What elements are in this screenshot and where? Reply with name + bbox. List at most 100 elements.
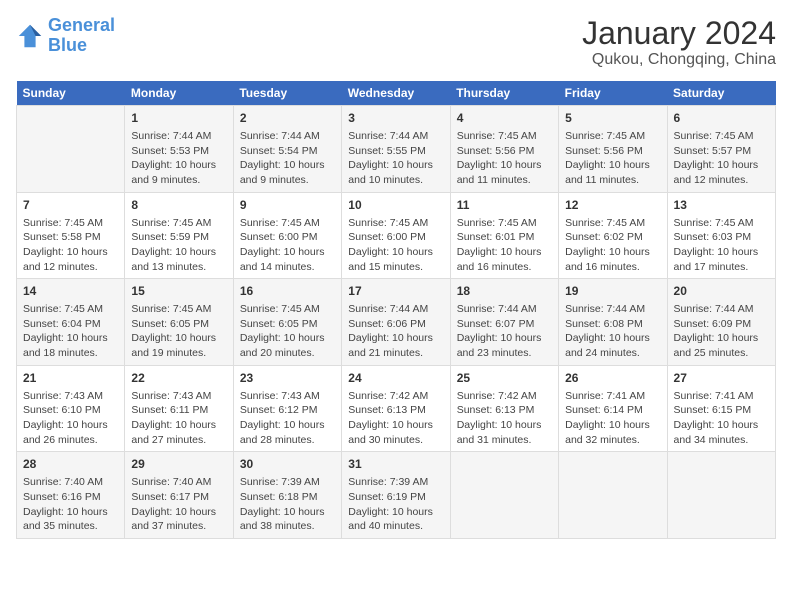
calendar-cell: 20 Sunrise: 7:44 AM Sunset: 6:09 PM Dayli… bbox=[667, 279, 775, 366]
day-info: Sunrise: 7:45 AM Sunset: 5:58 PM Dayligh… bbox=[23, 216, 118, 275]
day-info: Sunrise: 7:41 AM Sunset: 6:14 PM Dayligh… bbox=[565, 389, 660, 448]
calendar-cell: 18 Sunrise: 7:44 AM Sunset: 6:07 PM Dayli… bbox=[450, 279, 558, 366]
calendar-cell: 21Sunrise: 7:43 AM Sunset: 6:10 PM Dayli… bbox=[17, 365, 125, 452]
calendar-cell bbox=[559, 452, 667, 539]
calendar-subtitle: Qukou, Chongqing, China bbox=[582, 51, 776, 69]
day-info: Sunrise: 7:45 AM Sunset: 6:05 PM Dayligh… bbox=[240, 302, 335, 361]
day-number: 25 bbox=[457, 370, 552, 387]
day-number: 28 bbox=[23, 456, 118, 473]
calendar-cell: 24 Sunrise: 7:42 AM Sunset: 6:13 PM Dayli… bbox=[342, 365, 450, 452]
day-info: Sunrise: 7:40 AM Sunset: 6:16 PM Dayligh… bbox=[23, 475, 118, 534]
day-info: Sunrise: 7:43 AM Sunset: 6:10 PM Dayligh… bbox=[23, 389, 118, 448]
day-number: 23 bbox=[240, 370, 335, 387]
calendar-cell: 27 Sunrise: 7:41 AM Sunset: 6:15 PM Dayli… bbox=[667, 365, 775, 452]
day-number: 24 bbox=[348, 370, 443, 387]
day-number: 1 bbox=[131, 110, 226, 127]
day-info: Sunrise: 7:44 AM Sunset: 6:06 PM Dayligh… bbox=[348, 302, 443, 361]
calendar-cell: 12Sunrise: 7:45 AM Sunset: 6:02 PM Dayli… bbox=[559, 192, 667, 279]
day-info: Sunrise: 7:44 AM Sunset: 6:07 PM Dayligh… bbox=[457, 302, 552, 361]
calendar-cell: 7 Sunrise: 7:45 AM Sunset: 5:58 PM Daylig… bbox=[17, 192, 125, 279]
calendar-cell: 4Sunrise: 7:45 AM Sunset: 5:56 PM Daylig… bbox=[450, 106, 558, 193]
day-info: Sunrise: 7:43 AM Sunset: 6:12 PM Dayligh… bbox=[240, 389, 335, 448]
weekday-header-wednesday: Wednesday bbox=[342, 81, 450, 106]
day-info: Sunrise: 7:45 AM Sunset: 6:00 PM Dayligh… bbox=[240, 216, 335, 275]
week-row-4: 21Sunrise: 7:43 AM Sunset: 6:10 PM Dayli… bbox=[17, 365, 776, 452]
week-row-1: 1 Sunrise: 7:44 AM Sunset: 5:53 PM Daylig… bbox=[17, 106, 776, 193]
day-number: 2 bbox=[240, 110, 335, 127]
day-info: Sunrise: 7:39 AM Sunset: 6:18 PM Dayligh… bbox=[240, 475, 335, 534]
calendar-cell: 29 Sunrise: 7:40 AM Sunset: 6:17 PM Dayli… bbox=[125, 452, 233, 539]
day-info: Sunrise: 7:44 AM Sunset: 5:53 PM Dayligh… bbox=[131, 129, 226, 188]
day-info: Sunrise: 7:45 AM Sunset: 5:59 PM Dayligh… bbox=[131, 216, 226, 275]
calendar-cell: 17 Sunrise: 7:44 AM Sunset: 6:06 PM Dayli… bbox=[342, 279, 450, 366]
day-number: 11 bbox=[457, 197, 552, 214]
weekday-header-thursday: Thursday bbox=[450, 81, 558, 106]
day-number: 9 bbox=[240, 197, 335, 214]
week-row-3: 14Sunrise: 7:45 AM Sunset: 6:04 PM Dayli… bbox=[17, 279, 776, 366]
day-number: 27 bbox=[674, 370, 769, 387]
day-number: 10 bbox=[348, 197, 443, 214]
day-info: Sunrise: 7:45 AM Sunset: 5:57 PM Dayligh… bbox=[674, 129, 769, 188]
day-info: Sunrise: 7:44 AM Sunset: 5:55 PM Dayligh… bbox=[348, 129, 443, 188]
calendar-cell: 9 Sunrise: 7:45 AM Sunset: 6:00 PM Daylig… bbox=[233, 192, 341, 279]
calendar-cell: 22 Sunrise: 7:43 AM Sunset: 6:11 PM Dayli… bbox=[125, 365, 233, 452]
logo-text: General Blue bbox=[48, 16, 115, 56]
day-info: Sunrise: 7:40 AM Sunset: 6:17 PM Dayligh… bbox=[131, 475, 226, 534]
calendar-cell: 11 Sunrise: 7:45 AM Sunset: 6:01 PM Dayli… bbox=[450, 192, 558, 279]
calendar-cell: 5Sunrise: 7:45 AM Sunset: 5:56 PM Daylig… bbox=[559, 106, 667, 193]
logo: General Blue bbox=[16, 16, 115, 56]
weekday-header-sunday: Sunday bbox=[17, 81, 125, 106]
day-number: 14 bbox=[23, 283, 118, 300]
calendar-cell: 31 Sunrise: 7:39 AM Sunset: 6:19 PM Dayli… bbox=[342, 452, 450, 539]
calendar-cell: 19Sunrise: 7:44 AM Sunset: 6:08 PM Dayli… bbox=[559, 279, 667, 366]
day-info: Sunrise: 7:45 AM Sunset: 6:01 PM Dayligh… bbox=[457, 216, 552, 275]
calendar-cell: 2 Sunrise: 7:44 AM Sunset: 5:54 PM Daylig… bbox=[233, 106, 341, 193]
calendar-cell: 23 Sunrise: 7:43 AM Sunset: 6:12 PM Dayli… bbox=[233, 365, 341, 452]
day-number: 17 bbox=[348, 283, 443, 300]
calendar-cell: 10Sunrise: 7:45 AM Sunset: 6:00 PM Dayli… bbox=[342, 192, 450, 279]
calendar-cell bbox=[17, 106, 125, 193]
day-number: 29 bbox=[131, 456, 226, 473]
day-number: 18 bbox=[457, 283, 552, 300]
day-info: Sunrise: 7:44 AM Sunset: 5:54 PM Dayligh… bbox=[240, 129, 335, 188]
day-number: 26 bbox=[565, 370, 660, 387]
weekday-header-tuesday: Tuesday bbox=[233, 81, 341, 106]
calendar-cell bbox=[667, 452, 775, 539]
day-number: 19 bbox=[565, 283, 660, 300]
weekday-header-saturday: Saturday bbox=[667, 81, 775, 106]
day-info: Sunrise: 7:41 AM Sunset: 6:15 PM Dayligh… bbox=[674, 389, 769, 448]
day-info: Sunrise: 7:42 AM Sunset: 6:13 PM Dayligh… bbox=[457, 389, 552, 448]
calendar-cell: 14Sunrise: 7:45 AM Sunset: 6:04 PM Dayli… bbox=[17, 279, 125, 366]
day-number: 6 bbox=[674, 110, 769, 127]
calendar-cell: 8 Sunrise: 7:45 AM Sunset: 5:59 PM Daylig… bbox=[125, 192, 233, 279]
day-number: 15 bbox=[131, 283, 226, 300]
day-info: Sunrise: 7:45 AM Sunset: 6:03 PM Dayligh… bbox=[674, 216, 769, 275]
logo-icon bbox=[16, 22, 44, 50]
calendar-table: SundayMondayTuesdayWednesdayThursdayFrid… bbox=[16, 81, 776, 539]
calendar-cell: 25 Sunrise: 7:42 AM Sunset: 6:13 PM Dayli… bbox=[450, 365, 558, 452]
day-number: 20 bbox=[674, 283, 769, 300]
day-number: 3 bbox=[348, 110, 443, 127]
day-info: Sunrise: 7:39 AM Sunset: 6:19 PM Dayligh… bbox=[348, 475, 443, 534]
weekday-header-friday: Friday bbox=[559, 81, 667, 106]
calendar-cell bbox=[450, 452, 558, 539]
day-info: Sunrise: 7:42 AM Sunset: 6:13 PM Dayligh… bbox=[348, 389, 443, 448]
day-number: 31 bbox=[348, 456, 443, 473]
title-block: January 2024 Qukou, Chongqing, China bbox=[582, 16, 776, 69]
calendar-cell: 26 Sunrise: 7:41 AM Sunset: 6:14 PM Dayli… bbox=[559, 365, 667, 452]
weekday-header-monday: Monday bbox=[125, 81, 233, 106]
day-number: 13 bbox=[674, 197, 769, 214]
calendar-cell: 3 Sunrise: 7:44 AM Sunset: 5:55 PM Daylig… bbox=[342, 106, 450, 193]
day-number: 30 bbox=[240, 456, 335, 473]
day-info: Sunrise: 7:45 AM Sunset: 5:56 PM Dayligh… bbox=[565, 129, 660, 188]
day-number: 22 bbox=[131, 370, 226, 387]
day-number: 7 bbox=[23, 197, 118, 214]
day-info: Sunrise: 7:45 AM Sunset: 6:05 PM Dayligh… bbox=[131, 302, 226, 361]
day-info: Sunrise: 7:43 AM Sunset: 6:11 PM Dayligh… bbox=[131, 389, 226, 448]
week-row-2: 7 Sunrise: 7:45 AM Sunset: 5:58 PM Daylig… bbox=[17, 192, 776, 279]
day-number: 8 bbox=[131, 197, 226, 214]
day-info: Sunrise: 7:44 AM Sunset: 6:09 PM Dayligh… bbox=[674, 302, 769, 361]
calendar-title: January 2024 bbox=[582, 16, 776, 51]
calendar-cell: 15 Sunrise: 7:45 AM Sunset: 6:05 PM Dayli… bbox=[125, 279, 233, 366]
day-number: 12 bbox=[565, 197, 660, 214]
